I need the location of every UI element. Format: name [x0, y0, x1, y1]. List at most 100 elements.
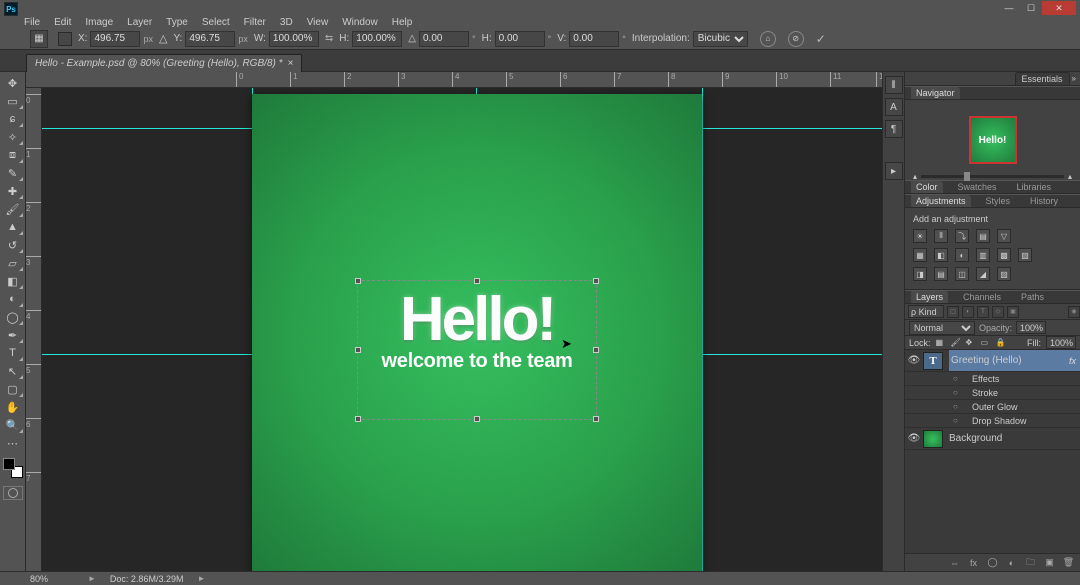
blur-tool[interactable]: ◐	[2, 290, 24, 308]
layer-background[interactable]: 👁 Background	[905, 428, 1080, 450]
transform-handle-tl[interactable]	[355, 278, 361, 284]
adj-balance-icon[interactable]: ◧	[934, 248, 948, 262]
dock-history-icon[interactable]: ▸	[885, 162, 903, 180]
adj-photo-icon[interactable]: ▥	[976, 248, 990, 262]
menu-type[interactable]: Type	[166, 17, 188, 28]
lock-all-icon[interactable]: 🔒	[996, 338, 1006, 348]
new-layer-icon[interactable]: ▣	[1043, 556, 1056, 569]
transform-handle-br[interactable]	[593, 416, 599, 422]
adj-gradient-icon[interactable]: ◢	[976, 267, 990, 281]
filter-shape-icon[interactable]: ◇	[992, 306, 1004, 318]
transform-handle-t[interactable]	[474, 278, 480, 284]
layer-greeting[interactable]: 👁 T Greeting (Hello) fx	[905, 350, 1080, 372]
skew-h-input[interactable]	[495, 31, 545, 47]
opacity-input[interactable]	[1016, 321, 1046, 334]
commit-transform-icon[interactable]: ✓	[816, 32, 826, 46]
menu-view[interactable]: View	[307, 17, 329, 28]
fill-input[interactable]	[1046, 336, 1076, 349]
effect-outer-glow[interactable]: ○Outer Glow	[905, 400, 1080, 414]
slider-knob[interactable]	[964, 172, 970, 181]
group-icon[interactable]: 🗀	[1024, 556, 1037, 569]
lock-transparent-icon[interactable]: ▦	[936, 338, 946, 348]
angle-input[interactable]	[419, 31, 469, 47]
pen-tool[interactable]: ✒	[2, 326, 24, 344]
crop-tool[interactable]: ⧈	[2, 146, 24, 164]
lock-pixels-icon[interactable]: 🖌	[951, 338, 961, 348]
transform-bounds[interactable]	[357, 280, 597, 420]
menu-layer[interactable]: Layer	[127, 17, 152, 28]
layer-effects-label[interactable]: ○Effects	[905, 372, 1080, 386]
marquee-tool[interactable]: ▭	[2, 92, 24, 110]
menu-3d[interactable]: 3D	[280, 17, 293, 28]
canvas[interactable]: Hello! welcome to the team ➤	[42, 88, 882, 571]
tab-color[interactable]: Color	[911, 181, 943, 193]
reference-point-selector[interactable]	[58, 32, 72, 46]
visibility-toggle[interactable]: 👁	[905, 433, 923, 444]
adj-bw-icon[interactable]: ◐	[955, 248, 969, 262]
adj-brightness-icon[interactable]: ☀	[913, 229, 927, 243]
eraser-tool[interactable]: ▱	[2, 254, 24, 272]
visibility-toggle[interactable]: 👁	[905, 355, 923, 366]
link-wh-icon[interactable]: ⇆	[325, 33, 333, 44]
navigator-zoom-slider[interactable]: ▴ ▴	[913, 172, 1072, 180]
adj-poster-icon[interactable]: ▤	[934, 267, 948, 281]
tab-libraries[interactable]: Libraries	[1012, 181, 1057, 193]
transform-handle-b[interactable]	[474, 416, 480, 422]
path-tool[interactable]: ↖	[2, 362, 24, 380]
tab-styles[interactable]: Styles	[981, 195, 1016, 207]
transform-handle-l[interactable]	[355, 347, 361, 353]
dock-character-icon[interactable]: A	[885, 98, 903, 116]
document-tab[interactable]: Hello - Example.psd @ 80% (Greeting (Hel…	[26, 54, 302, 72]
ruler-horizontal[interactable]: 0 1 2 3 4 5 6 7 8 9 10 11 12	[26, 72, 882, 88]
filter-type-icon[interactable]: T	[977, 306, 989, 318]
adj-layer-icon[interactable]: ◐	[1005, 556, 1018, 569]
tab-paths[interactable]: Paths	[1016, 291, 1049, 303]
dock-paragraph-icon[interactable]: ¶	[885, 120, 903, 138]
adj-hue-icon[interactable]: ▦	[913, 248, 927, 262]
dock-histogram-icon[interactable]: ⫴	[885, 76, 903, 94]
adj-mixer-icon[interactable]: ▩	[997, 248, 1011, 262]
menu-window[interactable]: Window	[342, 17, 378, 28]
skew-v-input[interactable]	[569, 31, 619, 47]
hand-tool[interactable]: ✋	[2, 398, 24, 416]
trash-icon[interactable]: 🗑	[1062, 556, 1075, 569]
menu-help[interactable]: Help	[392, 17, 413, 28]
mask-icon[interactable]: ◯	[986, 556, 999, 569]
foreground-swatch[interactable]	[3, 458, 15, 470]
gradient-tool[interactable]: ◧	[2, 272, 24, 290]
tab-history[interactable]: History	[1025, 195, 1063, 207]
eyedropper-tool[interactable]: ✎	[2, 164, 24, 182]
fx-badge[interactable]: fx	[1069, 356, 1076, 366]
menu-filter[interactable]: Filter	[244, 17, 266, 28]
tab-navigator[interactable]: Navigator	[911, 87, 960, 99]
history-brush-tool[interactable]: ↺	[2, 236, 24, 254]
cancel-transform-icon[interactable]: ⊘	[788, 31, 804, 47]
transform-handle-tr[interactable]	[593, 278, 599, 284]
zoom-readout[interactable]: 80%	[30, 574, 74, 584]
effect-stroke[interactable]: ○Stroke	[905, 386, 1080, 400]
layer-thumb-type-icon[interactable]: T	[923, 352, 943, 370]
transform-handle-r[interactable]	[593, 347, 599, 353]
magic-wand-tool[interactable]: ✧	[2, 128, 24, 146]
filter-smart-icon[interactable]: ▣	[1007, 306, 1019, 318]
fx-icon[interactable]: fx	[967, 556, 980, 569]
close-tab-icon[interactable]: ×	[287, 58, 293, 69]
status-more-icon[interactable]: ►	[197, 574, 205, 583]
zoom-out-icon[interactable]: ▴	[913, 172, 917, 181]
lock-position-icon[interactable]: ✥	[966, 338, 976, 348]
edit-toolbar-icon[interactable]: ⋯	[2, 434, 24, 452]
adj-select-icon[interactable]: ▨	[997, 267, 1011, 281]
collapse-panels-icon[interactable]: »	[1072, 74, 1076, 83]
adj-lookup-icon[interactable]: ▧	[1018, 248, 1032, 262]
window-minimize[interactable]: —	[998, 1, 1020, 15]
zoom-in-icon[interactable]: ▴	[1068, 172, 1072, 181]
ruler-vertical[interactable]: 0 1 2 3 4 5 6 7	[26, 88, 42, 571]
tab-channels[interactable]: Channels	[958, 291, 1006, 303]
adj-exposure-icon[interactable]: ▤	[976, 229, 990, 243]
brush-tool[interactable]: 🖌	[2, 200, 24, 218]
navigator-thumbnail[interactable]: Hello!	[969, 116, 1017, 164]
y-input[interactable]	[185, 31, 235, 47]
lock-artboard-icon[interactable]: ▭	[981, 338, 991, 348]
lasso-tool[interactable]: ɕ	[2, 110, 24, 128]
blend-mode-select[interactable]: Normal	[909, 321, 975, 335]
